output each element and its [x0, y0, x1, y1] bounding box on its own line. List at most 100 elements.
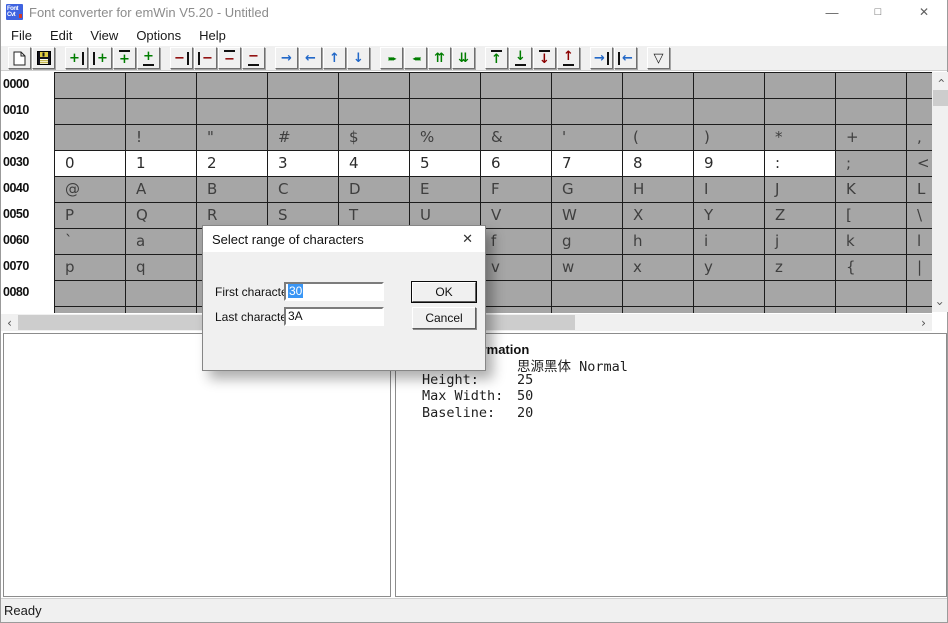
char-cell[interactable]: [622, 306, 694, 313]
char-cell[interactable]: z: [764, 254, 836, 281]
char-cell[interactable]: [764, 280, 836, 307]
char-cell[interactable]: G: [551, 176, 623, 203]
char-cell[interactable]: [551, 306, 623, 313]
char-cell[interactable]: [764, 98, 836, 125]
char-cell[interactable]: [764, 72, 836, 99]
toolbar-align-bottom-button[interactable]: ↓: [509, 47, 532, 69]
toolbar-align-top-button[interactable]: ↑: [485, 47, 508, 69]
toolbar-grow-bottom-button[interactable]: +: [137, 47, 160, 69]
char-cell[interactable]: l: [906, 228, 932, 255]
maximize-icon[interactable]: □: [855, 0, 901, 24]
char-cell[interactable]: #: [267, 124, 339, 151]
vertical-scrollbar[interactable]: › ›: [932, 72, 948, 312]
char-cell[interactable]: A: [125, 176, 197, 203]
char-cell[interactable]: 6: [480, 150, 552, 177]
ok-button[interactable]: OK: [412, 282, 476, 302]
char-cell[interactable]: ': [551, 124, 623, 151]
toolbar-filter-button[interactable]: ▽: [647, 47, 670, 69]
char-cell[interactable]: 1: [125, 150, 197, 177]
char-cell[interactable]: x: [622, 254, 694, 281]
char-cell[interactable]: W: [551, 202, 623, 229]
char-cell[interactable]: [409, 72, 481, 99]
char-cell[interactable]: [906, 98, 932, 125]
first-character-input[interactable]: 30: [284, 282, 384, 301]
char-cell[interactable]: ": [196, 124, 268, 151]
minimize-icon[interactable]: —: [809, 0, 855, 24]
toolbar-trim-bottom-button[interactable]: ↑: [557, 47, 580, 69]
char-cell[interactable]: [835, 98, 907, 125]
scroll-left-icon[interactable]: ‹: [1, 314, 18, 331]
char-cell[interactable]: ;: [835, 150, 907, 177]
char-cell[interactable]: [: [835, 202, 907, 229]
dialog-close-icon[interactable]: ✕: [462, 226, 473, 252]
char-cell[interactable]: [906, 280, 932, 307]
menu-item-edit[interactable]: Edit: [41, 25, 81, 46]
char-cell[interactable]: [622, 72, 694, 99]
char-cell[interactable]: 5: [409, 150, 481, 177]
char-cell[interactable]: Q: [125, 202, 197, 229]
char-cell[interactable]: [764, 306, 836, 313]
char-cell[interactable]: Y: [693, 202, 765, 229]
char-cell[interactable]: [480, 72, 552, 99]
char-cell[interactable]: [835, 280, 907, 307]
char-cell[interactable]: I: [693, 176, 765, 203]
menu-item-options[interactable]: Options: [127, 25, 190, 46]
menu-item-view[interactable]: View: [81, 25, 127, 46]
char-cell[interactable]: [125, 280, 197, 307]
char-cell[interactable]: [693, 280, 765, 307]
char-cell[interactable]: *: [764, 124, 836, 151]
last-character-input[interactable]: 3A: [284, 307, 384, 326]
char-cell[interactable]: E: [409, 176, 481, 203]
char-cell[interactable]: y: [693, 254, 765, 281]
char-cell[interactable]: [551, 98, 623, 125]
char-cell[interactable]: !: [125, 124, 197, 151]
char-cell[interactable]: [54, 306, 126, 313]
char-cell[interactable]: \: [906, 202, 932, 229]
char-cell[interactable]: C: [267, 176, 339, 203]
char-cell[interactable]: [196, 98, 268, 125]
toolbar-shrink-bottom-button[interactable]: −: [242, 47, 265, 69]
toolbar-move-up-button[interactable]: ↑: [323, 47, 346, 69]
char-cell[interactable]: <: [906, 150, 932, 177]
char-cell[interactable]: [835, 72, 907, 99]
toolbar-move-left-fast-button[interactable]: ◂◂◂: [404, 47, 427, 69]
char-cell[interactable]: V: [480, 202, 552, 229]
char-cell[interactable]: [693, 98, 765, 125]
char-cell[interactable]: [267, 72, 339, 99]
menu-item-help[interactable]: Help: [190, 25, 235, 46]
char-cell[interactable]: k: [835, 228, 907, 255]
toolbar-move-down-button[interactable]: ↓: [347, 47, 370, 69]
char-cell[interactable]: [54, 280, 126, 307]
char-cell[interactable]: L: [906, 176, 932, 203]
char-cell[interactable]: [906, 306, 932, 313]
char-cell[interactable]: (: [622, 124, 694, 151]
char-cell[interactable]: [835, 306, 907, 313]
char-cell[interactable]: [338, 98, 410, 125]
char-cell[interactable]: [125, 98, 197, 125]
char-cell[interactable]: [54, 124, 126, 151]
vertical-scrollbar-thumb[interactable]: [933, 90, 948, 106]
char-cell[interactable]: 0: [54, 150, 126, 177]
char-cell[interactable]: K: [835, 176, 907, 203]
char-cell[interactable]: $: [338, 124, 410, 151]
toolbar-new-file-button[interactable]: [8, 47, 31, 69]
char-cell[interactable]: %: [409, 124, 481, 151]
char-cell[interactable]: [54, 72, 126, 99]
toolbar-trim-top-button[interactable]: ↓: [533, 47, 556, 69]
char-cell[interactable]: P: [54, 202, 126, 229]
char-cell[interactable]: [125, 306, 197, 313]
char-cell[interactable]: D: [338, 176, 410, 203]
toolbar-move-right-button[interactable]: →: [275, 47, 298, 69]
char-cell[interactable]: [125, 72, 197, 99]
toolbar-grow-left-button[interactable]: +: [89, 47, 112, 69]
char-cell[interactable]: [338, 72, 410, 99]
menu-item-file[interactable]: File: [2, 25, 41, 46]
char-cell[interactable]: q: [125, 254, 197, 281]
toolbar-snap-right-button[interactable]: →: [590, 47, 613, 69]
toolbar-shrink-left-button[interactable]: −: [194, 47, 217, 69]
char-cell[interactable]: [551, 72, 623, 99]
toolbar-snap-left-button[interactable]: ←: [614, 47, 637, 69]
char-cell[interactable]: J: [764, 176, 836, 203]
char-cell[interactable]: 2: [196, 150, 268, 177]
char-cell[interactable]: a: [125, 228, 197, 255]
